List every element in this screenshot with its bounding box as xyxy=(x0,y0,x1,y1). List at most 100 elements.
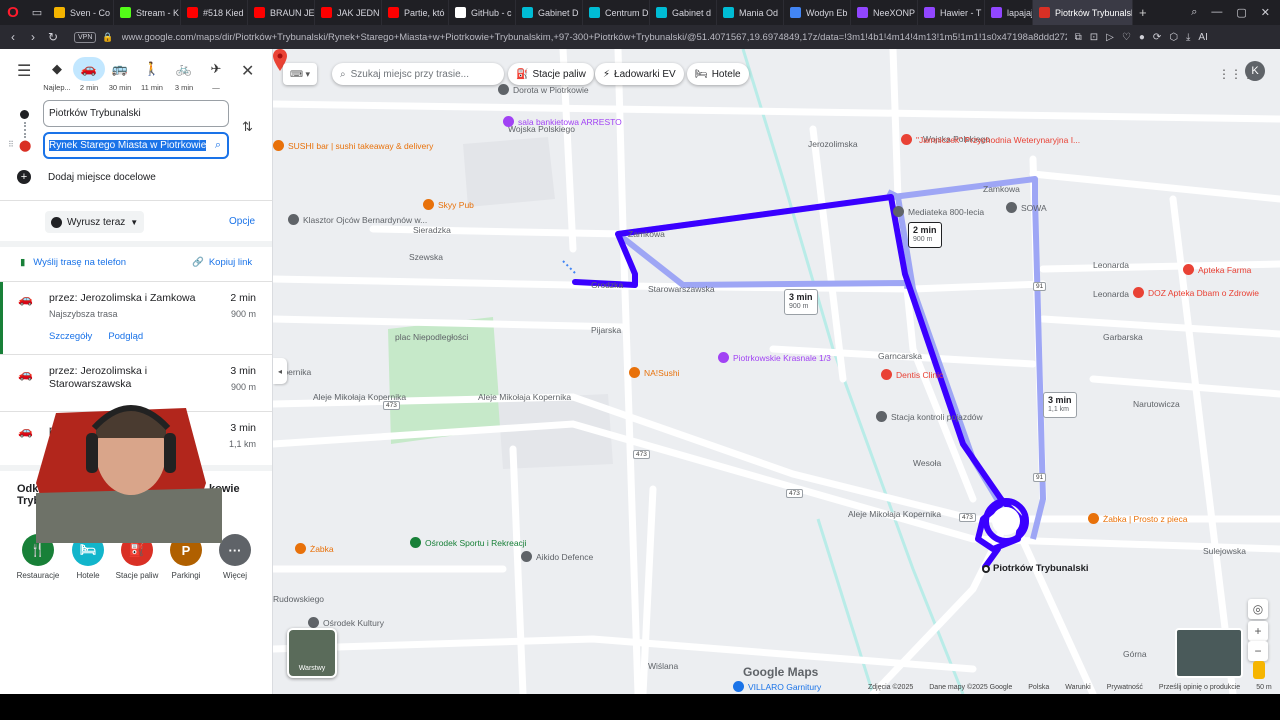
url-field[interactable]: www.google.com/maps/dir/Piotrków+Trybuna… xyxy=(122,32,1067,43)
map-canvas[interactable]: Wojska Polskiego Wojska Polskiego Zamkowa Z… xyxy=(273,49,1280,694)
opera-logo-icon[interactable]: O xyxy=(0,0,26,25)
poi-marker[interactable]: SUSHI bar | sushi takeaway & delivery xyxy=(273,140,433,151)
poi-marker[interactable]: Ośrodek Sportu i Rekreacji xyxy=(410,537,527,548)
footer-link[interactable]: Prywatność xyxy=(1107,684,1143,691)
poi-marker[interactable]: "Jamniczek" Przychodnia Weterynaryjna I.… xyxy=(901,134,1080,145)
poi-marker[interactable]: Żabka | Prosto z pieca xyxy=(1088,513,1187,524)
heart-icon[interactable]: ♡ xyxy=(1122,32,1131,43)
extensions-icon[interactable]: ⬡ xyxy=(1169,32,1178,43)
ai-button[interactable]: AI xyxy=(1198,32,1207,43)
my-location-button[interactable]: ◎ xyxy=(1248,599,1268,619)
browser-tab[interactable]: Hawier - T xyxy=(918,0,985,25)
browser-tab[interactable]: NeeXONP xyxy=(851,0,918,25)
browser-tab[interactable]: Piotrków Trybunalsk xyxy=(1033,0,1133,25)
start-marker[interactable]: Piotrków Trybunalski xyxy=(982,563,1089,574)
chip-gas-stations[interactable]: ⛽ Stacje paliw xyxy=(508,63,594,85)
collapse-panel-button[interactable]: ◂ xyxy=(273,358,287,384)
route-search-input[interactable]: ⌕ Szukaj miejsc przy trasie... xyxy=(332,63,504,85)
lock-icon[interactable]: 🔒 xyxy=(102,32,113,43)
play-icon[interactable]: ▷ xyxy=(1106,32,1114,43)
forward-button[interactable]: › xyxy=(26,30,40,44)
street-view-thumbnail[interactable] xyxy=(1175,628,1243,678)
poi-marker[interactable]: SOWA xyxy=(1006,202,1047,213)
download-icon[interactable]: ⤓ xyxy=(1186,32,1190,43)
route-time-box[interactable]: 3 min 900 m xyxy=(784,289,818,315)
footer-link[interactable]: Polska xyxy=(1028,684,1049,691)
poi-marker[interactable]: Dentis Clinic xyxy=(881,369,943,380)
browser-tab[interactable]: #518 Kied xyxy=(181,0,248,25)
footer-link[interactable]: Zdjęcia ©2025 xyxy=(868,684,913,691)
drag-handle-icon[interactable]: ⠿ xyxy=(8,140,14,149)
mode-transit-button[interactable]: 🚌 30 min xyxy=(104,57,136,92)
poi-marker[interactable]: NA!Sushi xyxy=(629,367,679,378)
options-link[interactable]: Opcje xyxy=(229,216,255,227)
poi-marker[interactable]: Ośrodek Kultury xyxy=(308,617,384,628)
account-icon[interactable]: ● xyxy=(1139,32,1145,43)
footer-link[interactable]: Prześlij opinię o produkcie xyxy=(1159,684,1240,691)
route-option[interactable]: 🚗 przez: Jerozolimska i Zamkowa 2 min Na… xyxy=(0,282,272,354)
mode-flight-button[interactable]: ✈ — xyxy=(200,57,232,92)
browser-tab[interactable]: BRAUN JE xyxy=(248,0,315,25)
footer-link[interactable]: Warunki xyxy=(1065,684,1090,691)
poi-marker[interactable]: Dorota w Piotrkowie xyxy=(498,84,589,95)
swap-waypoints-icon[interactable]: ⇅ xyxy=(242,119,253,135)
bookmark-icon[interactable]: ⊡ xyxy=(1090,32,1098,43)
screenshot-icon[interactable]: ⧉ xyxy=(1075,32,1082,43)
poi-marker[interactable]: Skyy Pub xyxy=(423,199,474,210)
minimize-button[interactable]: — xyxy=(1211,6,1222,19)
copy-link-button[interactable]: 🔗 Kopiuj link xyxy=(192,257,252,268)
new-tab-button[interactable]: + xyxy=(1133,5,1153,20)
back-button[interactable]: ‹ xyxy=(6,30,20,44)
browser-tab[interactable]: Wodyn Eb xyxy=(784,0,851,25)
maximize-button[interactable]: ▢ xyxy=(1236,6,1246,19)
origin-input[interactable]: Piotrków Trybunalski xyxy=(43,100,229,127)
route-time-box[interactable]: 3 min 1,1 km xyxy=(1043,392,1077,418)
browser-tab[interactable]: Partie, któ xyxy=(382,0,449,25)
sync-icon[interactable]: ⟳ xyxy=(1153,32,1161,43)
browser-tab[interactable]: Gabinet d xyxy=(650,0,717,25)
poi-marker[interactable]: Mediateka 800-lecia xyxy=(893,206,984,217)
route-time-box[interactable]: 2 min 900 m xyxy=(908,222,942,248)
tab-menu-icon[interactable]: ▭ xyxy=(26,0,48,25)
details-link[interactable]: Szczegóły xyxy=(49,331,92,342)
mode-walk-button[interactable]: 🚶 11 min xyxy=(136,57,168,92)
zoom-in-button[interactable]: + xyxy=(1248,621,1268,641)
footer-link[interactable]: Dane mapy ©2025 Google xyxy=(929,684,1012,691)
poi-marker[interactable]: Klasztor Ojców Bernardynów w... xyxy=(288,214,427,225)
close-directions-button[interactable]: ✕ xyxy=(241,61,254,81)
mode-bike-button[interactable]: 🚲 3 min xyxy=(168,57,200,92)
browser-tab[interactable]: Sven - Co xyxy=(48,0,114,25)
chip-hotels[interactable]: 🛏 Hotele xyxy=(687,63,749,85)
avatar[interactable]: K xyxy=(1245,61,1265,81)
menu-icon[interactable]: ☰ xyxy=(17,61,33,81)
poi-marker[interactable]: sala bankietowa ARRESTO xyxy=(503,116,622,127)
footer-link[interactable]: 50 m xyxy=(1256,684,1272,691)
poi-marker[interactable]: DOZ Apteka Dbam o Zdrowie xyxy=(1133,287,1259,298)
browser-tab[interactable]: Stream - K xyxy=(114,0,181,25)
poi-marker[interactable]: VILLARO Garnitury xyxy=(733,681,821,692)
mode-car-button[interactable]: 🚗 2 min xyxy=(73,57,105,92)
poi-marker[interactable]: Apteka Farma xyxy=(1183,264,1251,275)
browser-tab[interactable]: GitHub - c xyxy=(449,0,516,25)
depart-now-dropdown[interactable]: Wyrusz teraz ▼ xyxy=(45,211,145,233)
browser-tab[interactable]: Centrum D xyxy=(583,0,650,25)
destination-input[interactable]: Rynek Starego Miasta w Piotrkowie ⌕ xyxy=(43,132,229,159)
vpn-badge[interactable]: VPN xyxy=(74,31,97,43)
search-icon[interactable]: ⌕ xyxy=(215,139,221,152)
mode-best-button[interactable]: ◆ Najlep... xyxy=(41,57,73,92)
layers-button[interactable]: Warstwy xyxy=(287,628,337,678)
chip-ev-chargers[interactable]: ⚡ Ładowarki EV xyxy=(595,63,684,85)
browser-tab[interactable]: Gabinet D xyxy=(516,0,583,25)
preview-link[interactable]: Podgląd xyxy=(108,331,143,342)
poi-marker[interactable]: Aikido Defence xyxy=(521,551,593,562)
send-to-phone-link[interactable]: ▮ Wyślij trasę na telefon xyxy=(20,257,126,268)
browser-tab[interactable]: JAK JEDN xyxy=(315,0,382,25)
search-tabs-icon[interactable]: ⌕ xyxy=(1191,6,1197,19)
browser-tab[interactable]: lapajaj xyxy=(985,0,1033,25)
reload-button[interactable]: ↻ xyxy=(46,30,60,44)
poi-marker[interactable]: Piotrkowskie Krasnale 1/3 xyxy=(718,352,831,363)
browser-tab[interactable]: Mania Od xyxy=(717,0,784,25)
pegman-icon[interactable] xyxy=(1253,661,1265,679)
add-destination-button[interactable]: + Dodaj miejsce docelowe xyxy=(17,170,156,184)
poi-marker[interactable]: Żabka xyxy=(295,543,334,554)
